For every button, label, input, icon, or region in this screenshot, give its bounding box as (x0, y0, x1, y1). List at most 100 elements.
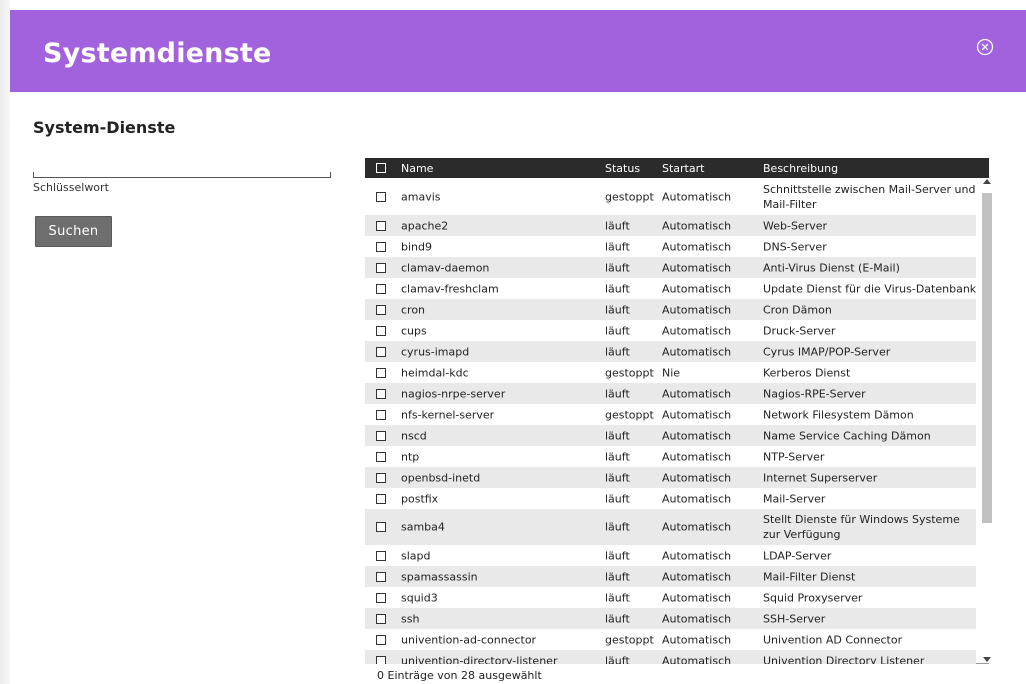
cell-name: univention-ad-connector (401, 633, 537, 646)
table-row[interactable]: squid3 läuft Automatisch Squid Proxyserver (365, 587, 976, 608)
table-row[interactable]: spamassassin läuft Automatisch Mail-Filter … (365, 566, 976, 587)
select-all-checkbox[interactable] (376, 163, 386, 173)
table-row[interactable]: slapd läuft Automatisch LDAP-Server (365, 545, 976, 566)
row-checkbox[interactable] (376, 550, 386, 561)
scroll-down-icon[interactable] (983, 657, 991, 662)
column-header-status[interactable]: Status (605, 162, 640, 175)
keyword-label: Schlüsselwort (33, 181, 109, 194)
table-row[interactable]: cyrus-imapd läuft Automatisch Cyrus IMAP/PO… (365, 341, 976, 362)
cell-beschreibung: Druck-Server (763, 324, 836, 337)
table-row[interactable]: amavis gestoppt Automatisch Schnittstelle z… (365, 179, 976, 215)
cell-status: läuft (605, 471, 630, 484)
cell-startart: Automatisch (662, 654, 732, 664)
table-row[interactable]: univention-directory-listener läuft Automa… (365, 650, 976, 664)
cell-beschreibung: DNS-Server (763, 240, 827, 253)
grid-body: amavis gestoppt Automatisch Schnittstelle z… (365, 179, 976, 664)
table-row[interactable]: apache2 läuft Automatisch Web-Server (365, 215, 976, 236)
cell-name: bind9 (401, 240, 432, 253)
table-row[interactable]: cups läuft Automatisch Druck-Server (365, 320, 976, 341)
row-checkbox[interactable] (376, 192, 386, 202)
cell-name: openbsd-inetd (401, 471, 481, 484)
cell-startart: Automatisch (662, 219, 732, 232)
row-checkbox[interactable] (376, 655, 386, 664)
table-row[interactable]: nfs-kernel-server gestoppt Automatisch Netw… (365, 404, 976, 425)
cell-beschreibung: Mail-Server (763, 492, 826, 505)
keyword-field[interactable] (33, 162, 331, 178)
cell-startart: Automatisch (662, 282, 732, 295)
grid-header: Name Status Startart Beschreibung (365, 158, 989, 178)
row-checkbox[interactable] (376, 472, 386, 483)
table-row[interactable]: clamav-daemon läuft Automatisch Anti-Virus … (365, 257, 976, 278)
cell-status: läuft (605, 450, 630, 463)
scroll-up-icon[interactable] (983, 179, 991, 184)
cell-startart: Automatisch (662, 633, 732, 646)
row-checkbox[interactable] (376, 220, 386, 231)
cell-status: läuft (605, 219, 630, 232)
cell-beschreibung: Schnittstelle zwischen Mail-Server und M… (763, 183, 976, 211)
table-row[interactable]: bind9 läuft Automatisch DNS-Server (365, 236, 976, 257)
row-checkbox[interactable] (376, 493, 386, 504)
cell-name: cyrus-imapd (401, 345, 470, 358)
dialog-header: Systemdienste (10, 10, 1026, 92)
cell-name: nscd (401, 429, 427, 442)
cell-startart: Automatisch (662, 570, 732, 583)
cell-status: läuft (605, 654, 630, 664)
column-header-name[interactable]: Name (401, 162, 433, 175)
table-row[interactable]: univention-ad-connector gestoppt Automatis… (365, 629, 976, 650)
row-checkbox[interactable] (376, 522, 386, 532)
row-checkbox[interactable] (376, 592, 386, 603)
table-row[interactable]: cron läuft Automatisch Cron Dämon (365, 299, 976, 320)
cell-startart: Automatisch (662, 408, 732, 421)
cell-status: läuft (605, 282, 630, 295)
cell-name: heimdal-kdc (401, 366, 469, 379)
column-header-beschreibung[interactable]: Beschreibung (763, 162, 838, 175)
close-icon[interactable] (976, 38, 994, 56)
search-button[interactable]: Suchen (35, 216, 112, 247)
table-row[interactable]: ntp läuft Automatisch NTP-Server (365, 446, 976, 467)
cell-name: postfix (401, 492, 439, 505)
table-row[interactable]: postfix läuft Automatisch Mail-Server (365, 488, 976, 509)
vertical-scrollbar[interactable] (982, 179, 992, 664)
table-row[interactable]: samba4 läuft Automatisch Stellt Dienste für… (365, 509, 976, 545)
cell-beschreibung: Anti-Virus Dienst (E-Mail) (763, 261, 900, 274)
row-checkbox[interactable] (376, 430, 386, 441)
row-checkbox[interactable] (376, 613, 386, 624)
table-row[interactable]: clamav-freshclam läuft Automatisch Update D… (365, 278, 976, 299)
row-checkbox[interactable] (376, 388, 386, 399)
row-checkbox[interactable] (376, 409, 386, 420)
cell-beschreibung: Internet Superserver (763, 471, 878, 484)
cell-status: gestoppt (605, 366, 654, 379)
cell-status: läuft (605, 429, 630, 442)
keyword-input[interactable] (35, 162, 329, 177)
cell-beschreibung: Update Dienst für die Virus-Datenbank (763, 282, 976, 295)
column-header-startart[interactable]: Startart (662, 162, 704, 175)
row-checkbox[interactable] (376, 283, 386, 294)
cell-startart: Automatisch (662, 549, 732, 562)
cell-name: cron (401, 303, 426, 316)
cell-startart: Automatisch (662, 492, 732, 505)
table-row[interactable]: nagios-nrpe-server läuft Automatisch Nagios… (365, 383, 976, 404)
row-checkbox[interactable] (376, 571, 386, 582)
scrollbar-thumb[interactable] (982, 193, 992, 523)
row-checkbox[interactable] (376, 346, 386, 357)
table-row[interactable]: ssh läuft Automatisch SSH-Server (365, 608, 976, 629)
row-checkbox[interactable] (376, 367, 386, 378)
table-row[interactable]: openbsd-inetd läuft Automatisch Internet Su… (365, 467, 976, 488)
cell-name: squid3 (401, 591, 438, 604)
cell-name: spamassassin (401, 570, 478, 583)
row-checkbox[interactable] (376, 325, 386, 336)
table-row[interactable]: nscd läuft Automatisch Name Service Caching… (365, 425, 976, 446)
table-row[interactable]: heimdal-kdc gestoppt Nie Kerberos Dienst (365, 362, 976, 383)
cell-startart: Automatisch (662, 324, 732, 337)
row-checkbox[interactable] (376, 241, 386, 252)
row-checkbox[interactable] (376, 262, 386, 273)
cell-status: läuft (605, 387, 630, 400)
cell-name: samba4 (401, 520, 445, 534)
row-checkbox[interactable] (376, 634, 386, 645)
row-checkbox[interactable] (376, 451, 386, 462)
cell-name: apache2 (401, 219, 449, 232)
cell-beschreibung: Mail-Filter Dienst (763, 570, 856, 583)
cell-name: nfs-kernel-server (401, 408, 495, 421)
row-checkbox[interactable] (376, 304, 386, 315)
cell-startart: Automatisch (662, 612, 732, 625)
